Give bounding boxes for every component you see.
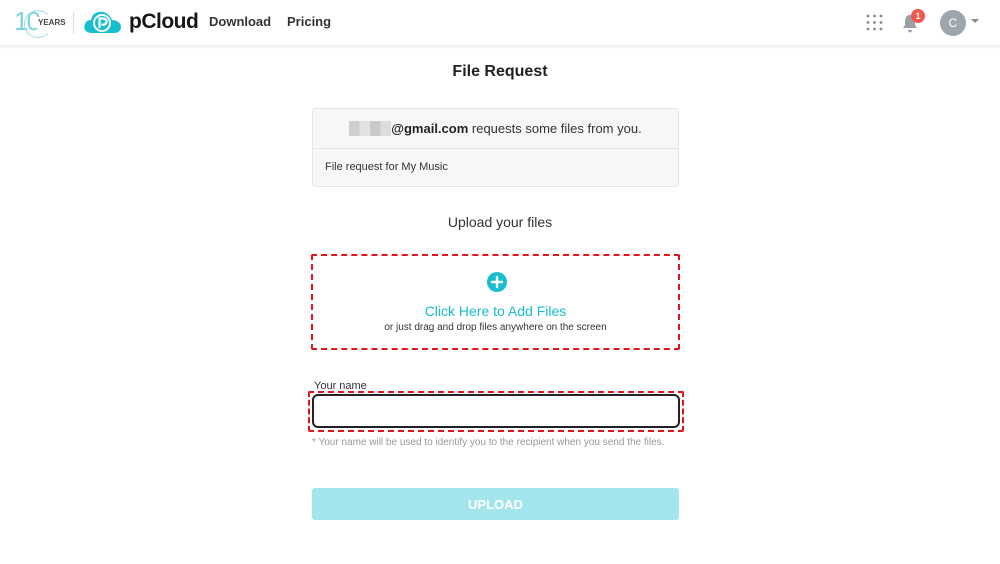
logo-text[interactable]: pCloud	[129, 10, 199, 34]
caret-down-icon[interactable]	[970, 16, 980, 26]
nav-pricing[interactable]: Pricing	[287, 14, 331, 29]
upload-heading: Upload your files	[447, 214, 553, 230]
anniversary-badge: 10 YEARS	[14, 6, 70, 38]
plus-icon[interactable]	[487, 272, 507, 292]
pcloud-logo-icon[interactable]	[82, 9, 122, 35]
page-title: File Request	[452, 63, 548, 80]
request-description: File request for My Music	[325, 161, 448, 173]
request-message: requests some files from you.	[468, 121, 642, 136]
request-sender-row: @gmail.com requests some files from you.	[313, 109, 678, 149]
drag-drop-hint: or just drag and drop files anywhere on …	[384, 322, 607, 333]
nav-download[interactable]: Download	[209, 14, 271, 29]
requester-email-domain: @gmail.com	[391, 121, 469, 136]
apps-grid-icon[interactable]	[866, 14, 883, 31]
upload-button[interactable]: UPLOAD	[312, 488, 679, 520]
file-dropzone[interactable]: Click Here to Add Files or just drag and…	[311, 254, 680, 350]
header-divider	[73, 12, 74, 34]
anniversary-label: YEARS	[36, 17, 68, 28]
name-field-note: * Your name will be used to identify you…	[312, 437, 665, 448]
redacted-email-user	[349, 121, 392, 136]
add-files-link[interactable]: Click Here to Add Files	[313, 303, 678, 319]
top-header: 10 YEARS pCloud Download Pricing 1 C	[0, 0, 1000, 46]
avatar[interactable]: C	[940, 10, 966, 36]
notification-count-badge: 1	[911, 9, 925, 23]
request-info-card: @gmail.com requests some files from you.…	[312, 108, 679, 187]
your-name-input[interactable]	[312, 394, 680, 428]
